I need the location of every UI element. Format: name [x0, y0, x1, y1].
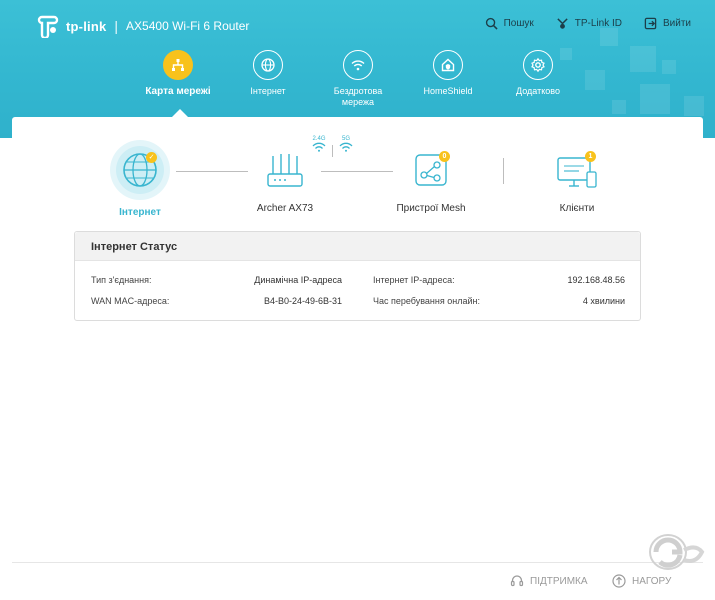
- network-map-icon: [172, 59, 184, 71]
- internet-status-title: Інтернет Статус: [75, 232, 640, 261]
- wifi-5-icon: [339, 142, 353, 152]
- nav-label-network-map: Карта мережі: [145, 86, 211, 97]
- nav-label-wireless: Бездротова мережа: [333, 86, 383, 107]
- homeshield-icon: [441, 58, 455, 72]
- nav-internet[interactable]: Інтернет: [223, 50, 313, 97]
- nav-icon-circle: [433, 50, 463, 80]
- connector-line: [321, 171, 393, 172]
- topology-clients[interactable]: 1 Клієнти: [536, 150, 618, 214]
- topology-router-label: Archer AX73: [256, 203, 314, 214]
- clients-count-badge: 1: [585, 151, 596, 162]
- headset-icon: [510, 575, 524, 587]
- back-to-top-link[interactable]: НАГОРУ: [612, 574, 671, 588]
- topology-internet-label: Інтернет: [119, 207, 161, 218]
- tplink-id-icon: [557, 18, 568, 29]
- nav-advanced[interactable]: Додатково: [493, 50, 583, 97]
- nav-network-map[interactable]: Карта мережі: [133, 50, 223, 97]
- online-time-label: Час перебування онлайн:: [373, 296, 480, 306]
- brand-name: tp-link: [66, 18, 107, 34]
- connection-type-label: Тип з'єднання:: [91, 275, 152, 285]
- logout-label: Вийти: [662, 18, 691, 29]
- band-5-indicator: 5G: [336, 136, 356, 154]
- decor-pixel: [600, 28, 618, 46]
- topology-clients-label: Клієнти: [559, 203, 595, 214]
- site-watermark-logo: [649, 534, 705, 570]
- search-label: Пошук: [503, 18, 534, 29]
- support-label: ПІДТРИМКА: [530, 575, 588, 587]
- internet-ip-value: 192.168.48.56: [567, 275, 625, 285]
- back-to-top-label: НАГОРУ: [632, 575, 672, 587]
- band-divider: [332, 145, 333, 157]
- online-time-value: 4 хвилини: [582, 296, 625, 306]
- connection-type-value: Динамічна IP-адреса: [254, 275, 342, 285]
- nav-icon-circle: [343, 50, 373, 80]
- top-actions: Пошук TP-Link ID Вийти: [463, 17, 691, 30]
- topology-mesh-label: Пристрої Mesh: [396, 203, 466, 214]
- nav-icon-circle: [523, 50, 553, 80]
- logout-link[interactable]: Вийти: [644, 17, 691, 30]
- connected-check-badge: ✓: [146, 152, 157, 163]
- globe-icon: [261, 58, 275, 72]
- router-icon: [267, 154, 303, 187]
- advanced-gear-icon: [531, 57, 545, 73]
- topology-router[interactable]: Archer AX73: [244, 150, 326, 214]
- router-model-title: AX5400 Wi-Fi 6 Router: [126, 19, 250, 33]
- clients-divider: [503, 158, 504, 184]
- nav-label-advanced: Додатково: [516, 86, 560, 96]
- brand-separator: |: [114, 18, 119, 34]
- search-icon: [485, 17, 498, 30]
- nav-icon-circle: [163, 50, 193, 80]
- wifi-icon: [351, 60, 365, 71]
- main-nav: Карта мережі Інтернет Бездротова мережа …: [0, 50, 715, 120]
- topology-internet[interactable]: ✓ Інтернет: [104, 140, 176, 218]
- internet-status-panel: Інтернет Статус Тип з'єднання: Динамічна…: [74, 231, 641, 321]
- brand[interactable]: tp-link | AX5400 Wi-Fi 6 Router: [36, 14, 249, 38]
- mesh-count-badge: 0: [439, 151, 450, 162]
- footer-bar: ПІДТРИМКА НАГОРУ: [12, 562, 703, 600]
- tplink-id-link[interactable]: TP-Link ID: [556, 17, 622, 30]
- internet-ip-label: Інтернет IP-адреса:: [373, 275, 455, 285]
- topology-mesh[interactable]: 0 Пристрої Mesh: [390, 150, 472, 214]
- nav-homeshield[interactable]: HomeShield: [403, 50, 493, 97]
- connector-line: [176, 171, 248, 172]
- nav-wireless[interactable]: Бездротова мережа: [313, 50, 403, 108]
- band-24-indicator: 2.4G: [309, 136, 329, 154]
- arrow-up-circle-icon: [612, 574, 626, 588]
- internet-globe-icon: [110, 140, 170, 200]
- nav-label-homeshield: HomeShield: [423, 86, 473, 96]
- logout-icon: [644, 17, 657, 30]
- tplink-logo-icon: [37, 15, 59, 38]
- support-link[interactable]: ПІДТРИМКА: [510, 574, 588, 588]
- wifi-24-icon: [312, 142, 326, 152]
- wan-mac-label: WAN MAC-адреса:: [91, 296, 170, 306]
- wan-mac-value: B4-B0-24-49-6B-31: [263, 296, 342, 306]
- nav-icon-circle: [253, 50, 283, 80]
- active-tab-pointer: [172, 109, 188, 117]
- tplink-id-label: TP-Link ID: [574, 18, 622, 29]
- search-link[interactable]: Пошук: [485, 17, 534, 30]
- nav-label-internet: Інтернет: [250, 86, 286, 96]
